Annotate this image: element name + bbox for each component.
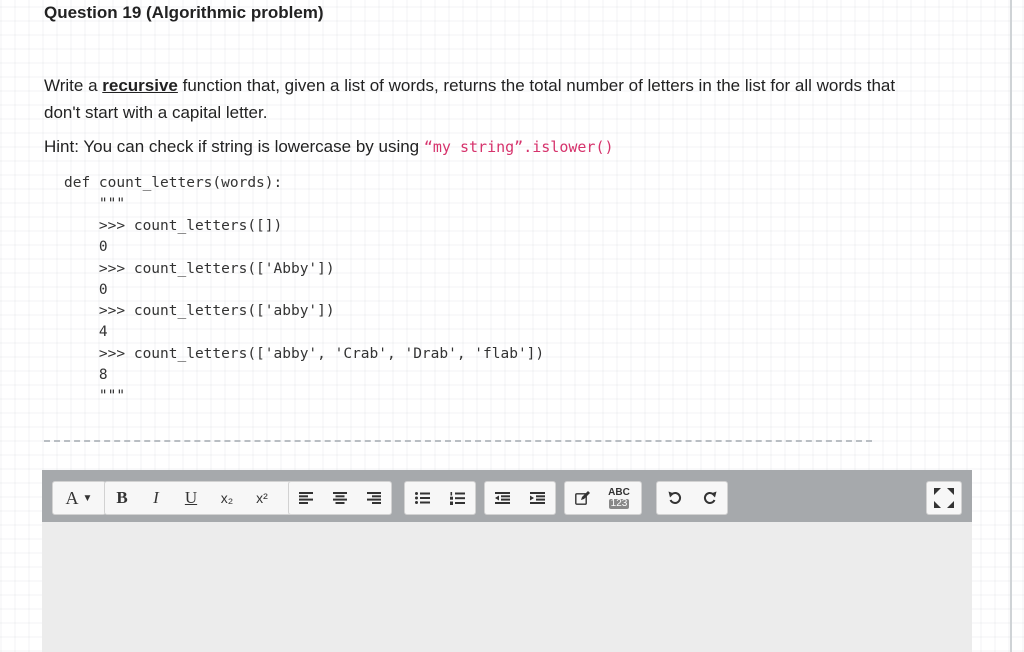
bullet-list-button[interactable] [405, 482, 440, 514]
edit-html-button[interactable] [565, 482, 599, 514]
section-divider [44, 440, 872, 442]
question-title: Question 19 (Algorithmic problem) [44, 3, 324, 22]
italic-button[interactable]: I [139, 482, 173, 514]
hint-code: “my string”.islower() [423, 138, 614, 156]
undo-icon [668, 491, 681, 504]
align-left-button[interactable] [289, 482, 323, 514]
code-line: def count_letters(words): [64, 175, 283, 191]
bullet-list-icon [415, 492, 430, 504]
code-line: >>> count_letters([]) [64, 218, 283, 234]
numbered-list-icon [450, 491, 465, 505]
code-line: 0 [64, 282, 108, 298]
align-left-icon [299, 492, 313, 504]
history-group [656, 481, 728, 515]
indent-icon [530, 492, 545, 504]
indent-group [484, 481, 556, 515]
font-group: A ▼ [52, 481, 106, 515]
hint-label: Hint: You can check if string is lowerca… [44, 137, 424, 156]
numbered-list-button[interactable] [440, 482, 475, 514]
redo-button[interactable] [692, 482, 727, 514]
code-line: >>> count_letters(['Abby']) [64, 261, 335, 277]
answer-text-area[interactable] [42, 522, 972, 652]
chevron-down-icon: ▼ [82, 492, 93, 504]
fullscreen-button[interactable] [926, 481, 962, 515]
hint-text: Hint: You can check if string is lowerca… [44, 137, 614, 157]
code-line: 4 [64, 324, 108, 340]
question-prompt: Write a recursive function that, given a… [44, 72, 904, 126]
list-group [404, 481, 476, 515]
scrollbar-edge [1010, 0, 1012, 652]
code-line: 8 [64, 367, 108, 383]
spellcheck-button[interactable]: ABC 123 [599, 482, 639, 514]
spellcheck-label-bottom: 123 [608, 497, 630, 509]
code-line: """ [64, 388, 126, 404]
code-line: """ [64, 196, 126, 212]
code-line: 0 [64, 239, 108, 255]
redo-icon [703, 491, 716, 504]
font-menu-label: A [65, 487, 79, 508]
align-right-button[interactable] [357, 482, 391, 514]
outdent-icon [495, 492, 510, 504]
align-center-button[interactable] [323, 482, 357, 514]
edit-spell-group: ABC 123 [564, 481, 642, 515]
underline-button[interactable]: U [173, 482, 209, 514]
prompt-text-start: Write a [44, 76, 103, 95]
code-line: >>> count_letters(['abby']) [64, 303, 335, 319]
bold-button[interactable]: B [105, 482, 139, 514]
align-group [288, 481, 392, 515]
expand-icon [934, 488, 954, 508]
editor-toolbar: A ▼ B I U x₂ x² ABC 123 [42, 470, 972, 522]
align-right-icon [367, 492, 381, 504]
answer-editor: A ▼ B I U x₂ x² ABC 123 [42, 470, 972, 652]
align-center-icon [333, 492, 347, 504]
prompt-emphasis: recursive [102, 76, 178, 95]
subscript-button[interactable]: x₂ [209, 482, 245, 514]
outdent-button[interactable] [485, 482, 520, 514]
spellcheck-label-top: ABC [608, 486, 630, 498]
undo-button[interactable] [657, 482, 692, 514]
superscript-button[interactable]: x² [245, 482, 279, 514]
indent-button[interactable] [520, 482, 555, 514]
edit-icon [574, 491, 590, 505]
font-menu-button[interactable]: A ▼ [53, 482, 105, 514]
code-line: >>> count_letters(['abby', 'Crab', 'Drab… [64, 346, 545, 362]
